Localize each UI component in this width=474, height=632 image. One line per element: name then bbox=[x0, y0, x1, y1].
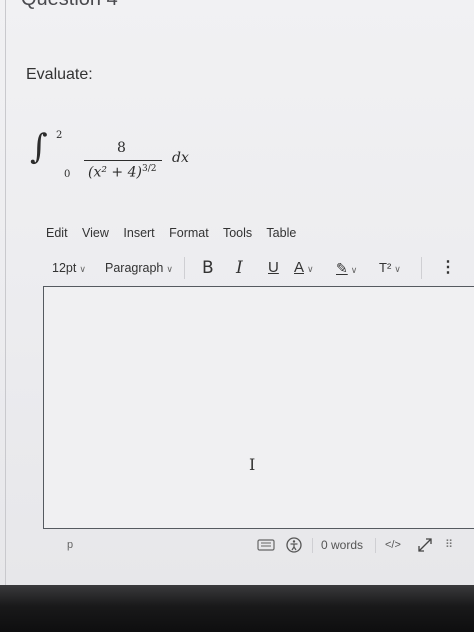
chevron-down-icon: ∨ bbox=[394, 264, 401, 274]
editor-menubar: Edit View Insert Format Tools Table bbox=[46, 226, 307, 244]
keyboard-icon[interactable] bbox=[257, 530, 275, 560]
html-editor-toggle[interactable]: </> bbox=[385, 530, 401, 560]
status-divider bbox=[312, 538, 313, 553]
status-divider bbox=[375, 538, 376, 553]
superscript-button[interactable]: T² ∨ bbox=[379, 257, 401, 279]
denominator-base: (x² + 4) bbox=[88, 164, 142, 181]
bold-button[interactable]: B bbox=[202, 257, 214, 279]
accessibility-icon[interactable] bbox=[285, 530, 303, 560]
highlighter-icon: ✎ bbox=[336, 260, 348, 276]
upper-limit: 2 bbox=[56, 130, 63, 141]
text-color-label: A bbox=[294, 259, 305, 276]
chevron-down-icon: ∨ bbox=[307, 264, 314, 274]
toolbar-divider bbox=[421, 257, 422, 279]
integral-expression: ∫ 2 0 8 (x² + 4)3/2 dx bbox=[26, 126, 226, 190]
fullscreen-icon-graphic bbox=[418, 538, 432, 552]
font-size-value: 12pt bbox=[52, 261, 77, 275]
superscript-label: T² bbox=[379, 260, 392, 275]
more-options-button[interactable]: ⋮ bbox=[440, 257, 456, 279]
toolbar-divider bbox=[184, 257, 185, 279]
menu-view[interactable]: View bbox=[82, 226, 109, 240]
editor-toolbar: 12pt ∨ Paragraph ∨ B I U A ∨ ✎ ∨ T² ∨ ⋮ bbox=[44, 257, 474, 279]
keyboard-icon-graphic bbox=[257, 539, 275, 551]
fraction-bar bbox=[84, 160, 162, 161]
page-left-rule bbox=[5, 0, 6, 585]
rich-text-editor[interactable]: I bbox=[43, 286, 474, 529]
editor-statusbar: p 0 words </> ⠿ bbox=[43, 530, 474, 560]
menu-edit[interactable]: Edit bbox=[46, 226, 68, 240]
chevron-down-icon: ∨ bbox=[79, 264, 86, 274]
highlight-button[interactable]: ✎ ∨ bbox=[336, 257, 357, 279]
integral-sign-icon: ∫ bbox=[30, 127, 48, 167]
menu-format[interactable]: Format bbox=[169, 226, 209, 240]
underline-button[interactable]: U bbox=[268, 257, 279, 279]
element-path[interactable]: p bbox=[67, 530, 73, 560]
fullscreen-icon[interactable] bbox=[415, 530, 435, 560]
chevron-down-icon: ∨ bbox=[350, 265, 358, 275]
question-prompt: Evaluate: bbox=[26, 66, 93, 83]
word-count[interactable]: 0 words bbox=[321, 530, 363, 560]
font-size-select[interactable]: 12pt ∨ bbox=[52, 257, 86, 279]
numerator: 8 bbox=[117, 140, 126, 156]
block-format-value: Paragraph bbox=[105, 261, 164, 275]
chevron-down-icon: ∨ bbox=[166, 264, 173, 274]
text-color-button[interactable]: A ∨ bbox=[294, 257, 314, 279]
question-header: Question 4 bbox=[21, 0, 118, 11]
denominator: (x² + 4)3/2 bbox=[88, 164, 156, 181]
menu-table[interactable]: Table bbox=[266, 226, 296, 240]
denominator-exponent: 3/2 bbox=[141, 164, 157, 174]
differential: dx bbox=[172, 150, 189, 166]
resize-handle-icon[interactable]: ⠿ bbox=[445, 530, 454, 560]
monitor-bezel bbox=[0, 585, 474, 632]
text-cursor-icon: I bbox=[249, 455, 256, 474]
block-format-select[interactable]: Paragraph ∨ bbox=[105, 257, 173, 279]
italic-button[interactable]: I bbox=[236, 257, 243, 279]
lower-limit: 0 bbox=[64, 169, 71, 180]
menu-insert[interactable]: Insert bbox=[123, 226, 154, 240]
menu-tools[interactable]: Tools bbox=[223, 226, 252, 240]
accessibility-icon-graphic bbox=[286, 537, 302, 553]
screen: Question 4 Evaluate: ∫ 2 0 8 (x² + 4)3/2… bbox=[0, 0, 474, 585]
